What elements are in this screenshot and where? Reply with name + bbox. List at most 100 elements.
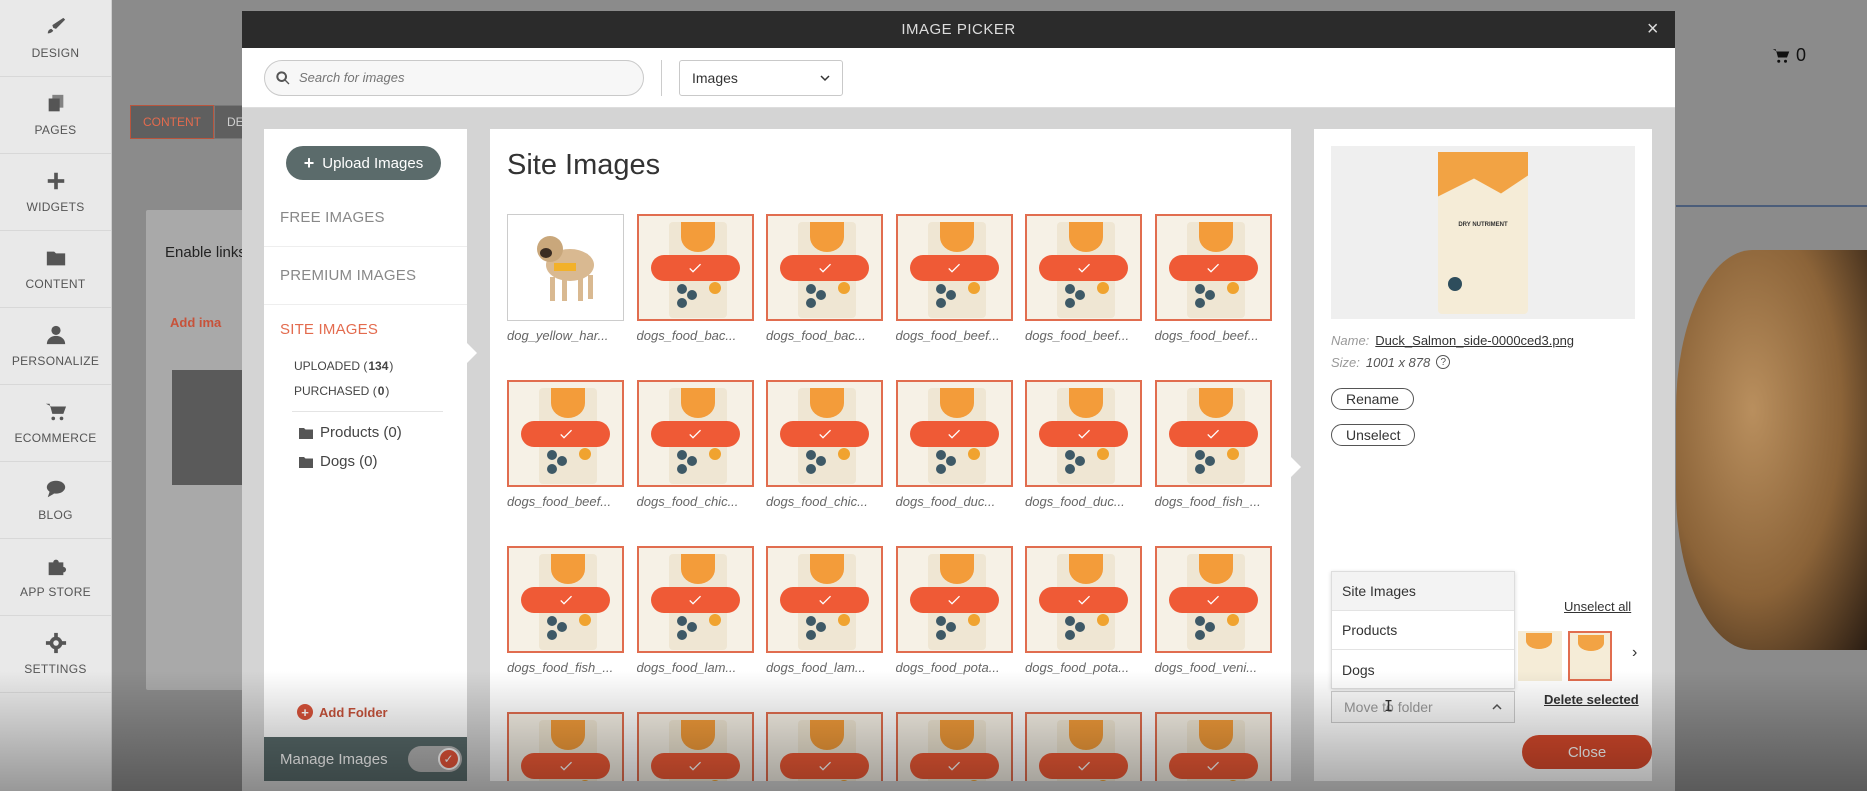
help-icon[interactable]: ? [1436, 355, 1451, 369]
sidebar-item-design[interactable]: DESIGN [0, 0, 111, 77]
image-thumbnail[interactable] [766, 380, 883, 487]
nav-free-images[interactable]: FREE IMAGES [264, 189, 467, 247]
sidebar-item-app-store[interactable]: APP STORE [0, 539, 111, 616]
close-button[interactable]: Close [1522, 735, 1652, 769]
image-thumbnail[interactable] [895, 380, 1013, 487]
selected-badge[interactable] [909, 420, 999, 447]
close-icon[interactable]: × [1643, 19, 1663, 39]
selected-badge[interactable] [780, 586, 869, 613]
image-thumbnail[interactable] [766, 214, 883, 321]
image-thumbnail[interactable] [507, 214, 624, 321]
unselect-button[interactable]: Unselect [1331, 424, 1416, 446]
image-tile[interactable]: dogs_food_bac... [766, 214, 883, 343]
sidebar-item-blog[interactable]: BLOG [0, 462, 111, 539]
nav-purchased[interactable]: PURCHASED (0) [264, 378, 467, 403]
image-thumbnail[interactable] [766, 546, 883, 653]
manage-images-toggle[interactable]: ✓ [407, 746, 462, 772]
selected-badge[interactable] [650, 254, 740, 281]
image-tile[interactable]: dogs_food_pota... [895, 546, 1013, 675]
image-tile[interactable]: dogs_food_duc... [895, 380, 1013, 509]
image-tile[interactable]: dogs_food_beef... [1154, 214, 1272, 343]
image-thumbnail[interactable] [507, 546, 624, 653]
selected-thumbnail[interactable] [1518, 631, 1562, 681]
image-tile[interactable]: dogs_food_duc... [1025, 380, 1142, 509]
selected-thumbnail-active[interactable] [1568, 631, 1612, 681]
image-thumbnail[interactable] [895, 546, 1013, 653]
image-thumbnail[interactable] [636, 380, 754, 487]
image-thumbnail[interactable] [1025, 214, 1142, 321]
image-tile[interactable] [766, 712, 883, 781]
image-thumbnail[interactable] [507, 712, 624, 781]
image-tile[interactable]: dog_yellow_har... [507, 214, 624, 343]
selected-badge[interactable] [521, 420, 610, 447]
image-name-value[interactable]: Duck_Salmon_side-0000ced3.png [1375, 333, 1574, 348]
delete-selected-link[interactable]: Delete selected [1544, 692, 1639, 707]
image-tile[interactable]: dogs_food_bac... [636, 214, 754, 343]
selected-badge[interactable] [1039, 420, 1128, 447]
selected-badge[interactable] [1168, 586, 1258, 613]
move-to-folder-select[interactable]: Move to folder [1331, 691, 1515, 723]
selected-badge[interactable] [780, 420, 869, 447]
selected-badge[interactable] [909, 752, 999, 779]
image-thumbnail[interactable] [895, 214, 1013, 321]
nav-premium-images[interactable]: PREMIUM IMAGES [264, 247, 467, 305]
sidebar-item-ecommerce[interactable]: ECOMMERCE [0, 385, 111, 462]
sidebar-item-settings[interactable]: SETTINGS [0, 616, 111, 693]
image-thumbnail[interactable] [1154, 214, 1272, 321]
image-tile[interactable] [1154, 712, 1272, 781]
image-tile[interactable]: dogs_food_beef... [1025, 214, 1142, 343]
image-tile[interactable]: dogs_food_fish_... [507, 546, 624, 675]
selected-badge[interactable] [650, 586, 740, 613]
sidebar-item-content[interactable]: CONTENT [0, 231, 111, 308]
selected-badge[interactable] [1168, 420, 1258, 447]
search-input[interactable] [299, 70, 619, 85]
folder-dogs[interactable]: Dogs (0) [264, 447, 467, 476]
selected-badge[interactable] [1168, 254, 1258, 281]
sidebar-item-pages[interactable]: PAGES [0, 77, 111, 154]
selected-badge[interactable] [1039, 254, 1128, 281]
image-thumbnail[interactable] [1025, 380, 1142, 487]
unselect-all-link[interactable]: Unselect all [1564, 599, 1631, 614]
image-type-select[interactable]: Images [679, 59, 843, 96]
selected-badge[interactable] [650, 420, 740, 447]
image-thumbnail[interactable] [766, 712, 883, 781]
selected-badge[interactable] [909, 586, 999, 613]
image-tile[interactable]: dogs_food_chic... [766, 380, 883, 509]
add-folder-button[interactable]: + Add Folder [297, 704, 388, 720]
sidebar-item-widgets[interactable]: WIDGETS [0, 154, 111, 231]
image-tile[interactable]: dogs_food_chic... [636, 380, 754, 509]
selected-badge[interactable] [1168, 752, 1258, 779]
selected-badge[interactable] [1039, 752, 1128, 779]
rename-button[interactable]: Rename [1331, 388, 1414, 410]
selected-badge[interactable] [1039, 586, 1128, 613]
image-thumbnail[interactable] [1154, 380, 1272, 487]
image-thumbnail[interactable] [1025, 712, 1142, 781]
image-thumbnail[interactable] [636, 712, 754, 781]
sidebar-item-personalize[interactable]: PERSONALIZE [0, 308, 111, 385]
nav-site-images[interactable]: SITE IMAGES [264, 305, 467, 353]
image-tile[interactable]: dogs_food_fish_... [1154, 380, 1272, 509]
selected-badge[interactable] [521, 586, 610, 613]
image-thumbnail[interactable] [895, 712, 1013, 781]
image-thumbnail[interactable] [507, 380, 624, 487]
selected-badge[interactable] [650, 752, 740, 779]
selected-badge[interactable] [521, 752, 610, 779]
image-tile[interactable]: dogs_food_lam... [636, 546, 754, 675]
image-thumbnail[interactable] [636, 546, 754, 653]
image-thumbnail[interactable] [636, 214, 754, 321]
chevron-right-icon[interactable]: › [1632, 644, 1637, 662]
image-tile[interactable]: dogs_food_pota... [1025, 546, 1142, 675]
image-tile[interactable]: dogs_food_veni... [1154, 546, 1272, 675]
move-option-site-images[interactable]: Site Images [1332, 572, 1514, 611]
selected-badge[interactable] [780, 254, 869, 281]
move-option-dogs[interactable]: Dogs [1332, 650, 1514, 689]
search-box[interactable] [264, 59, 644, 96]
image-tile[interactable] [636, 712, 754, 781]
image-tile[interactable]: dogs_food_lam... [766, 546, 883, 675]
image-tile[interactable] [507, 712, 624, 781]
image-tile[interactable]: dogs_food_beef... [895, 214, 1013, 343]
image-tile[interactable] [895, 712, 1013, 781]
image-tile[interactable]: dogs_food_beef... [507, 380, 624, 509]
image-tile[interactable] [1025, 712, 1142, 781]
move-option-products[interactable]: Products [1332, 611, 1514, 650]
